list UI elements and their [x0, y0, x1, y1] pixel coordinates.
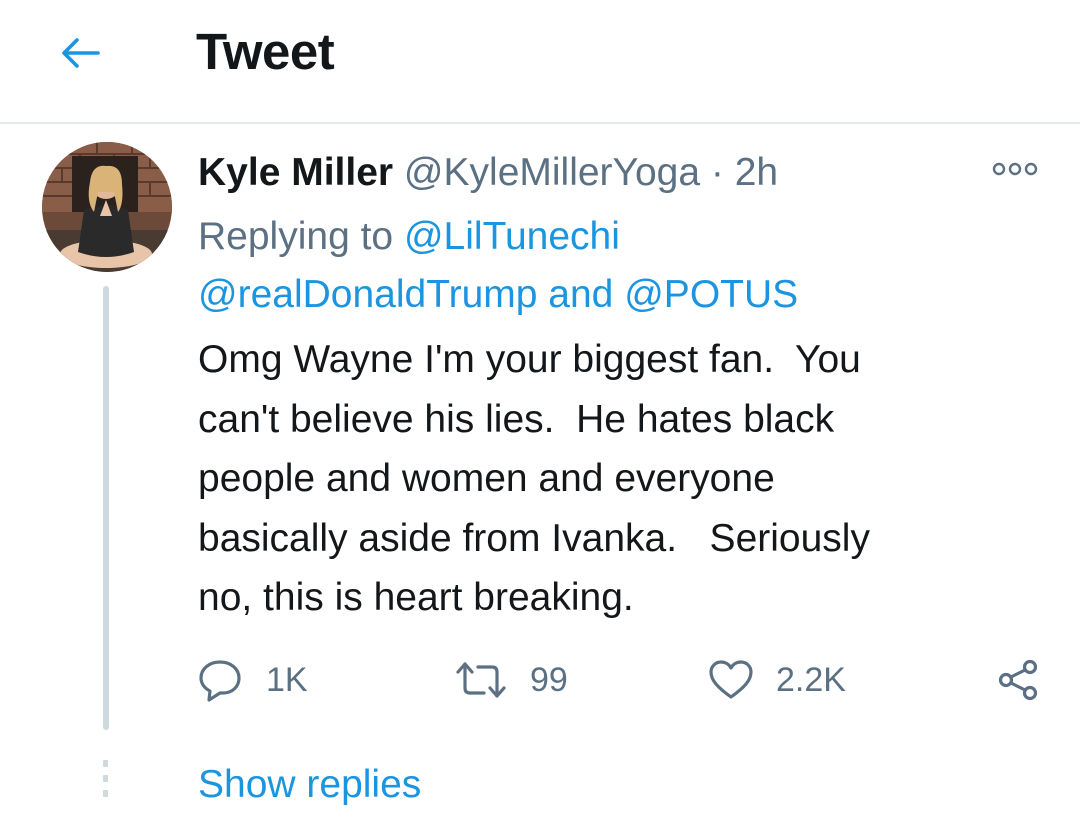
author-name[interactable]: Kyle Miller — [198, 151, 393, 194]
like-count: 2.2K — [776, 661, 846, 699]
avatar-photo — [42, 142, 172, 272]
reply-button[interactable]: 1K — [198, 650, 308, 710]
page-title: Tweet — [196, 23, 335, 80]
retweet-icon — [456, 662, 506, 698]
back-button[interactable] — [48, 24, 112, 82]
more-options-button[interactable] — [990, 152, 1040, 186]
share-button[interactable] — [996, 650, 1040, 710]
mention-link[interactable]: @LilTunechi — [404, 215, 620, 258]
like-button[interactable]: 2.2K — [708, 650, 846, 710]
tweet-author-line: Kyle Miller @KyleMillerYoga · 2h — [198, 148, 778, 198]
tweet-text: Omg Wayne I'm your biggest fan. You can'… — [198, 338, 870, 619]
replying-to: Replying to @LilTunechi @realDonaldTrump… — [198, 208, 998, 324]
tweet-actions: 1K 99 2.2K — [198, 650, 1043, 710]
retweet-count: 99 — [530, 661, 568, 699]
mention-link[interactable]: @realDonaldTrump — [198, 273, 537, 316]
mention-link[interactable]: @POTUS — [624, 273, 798, 316]
thread-dots — [102, 760, 110, 810]
author-handle[interactable]: @KyleMillerYoga — [404, 151, 700, 194]
replying-to-conjunction: and — [548, 273, 614, 316]
reply-count: 1K — [266, 661, 308, 699]
tweet-time[interactable]: 2h — [735, 151, 778, 194]
show-replies-link[interactable]: Show replies — [198, 760, 421, 810]
top-bar: Tweet — [0, 0, 1080, 124]
avatar[interactable] — [42, 142, 172, 272]
separator-dot: · — [710, 151, 724, 194]
more-icon — [992, 162, 1038, 176]
retweet-button[interactable]: 99 — [454, 650, 568, 710]
arrow-left-icon — [62, 38, 100, 68]
reply-icon — [199, 660, 241, 702]
share-icon — [998, 659, 1038, 701]
heart-icon — [709, 660, 753, 699]
replying-to-label: Replying to — [198, 215, 394, 258]
thread-line — [103, 286, 109, 730]
